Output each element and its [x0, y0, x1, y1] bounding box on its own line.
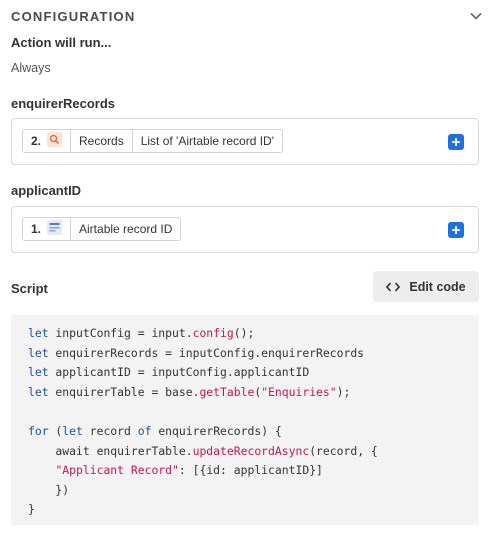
- add-applicant-button[interactable]: [448, 222, 464, 238]
- chevron-down-icon[interactable]: [469, 9, 483, 23]
- plus-icon: [452, 138, 460, 146]
- enquirer-records-label: enquirerRecords: [11, 96, 116, 111]
- enquirer-records-field[interactable]: 2. Records List of 'Airtable record ID': [11, 118, 479, 165]
- section-title: CONFIGURATION: [11, 8, 136, 24]
- step-number: 1.: [31, 222, 42, 236]
- applicant-id-field[interactable]: 1. Airtable record ID: [11, 206, 479, 253]
- token-type: List of 'Airtable record ID': [140, 134, 275, 148]
- form-step-icon: [47, 220, 63, 238]
- applicant-token[interactable]: 1. Airtable record ID: [22, 217, 182, 241]
- code-line-10: }: [28, 502, 35, 517]
- code-line-3: let applicantID = inputConfig.applicantI…: [28, 365, 310, 380]
- configuration-header[interactable]: CONFIGURATION: [11, 6, 483, 26]
- code-line-4: let enquirerTable = base.getTable("Enqui…: [28, 384, 351, 399]
- enquirer-token[interactable]: 2. Records List of 'Airtable record ID': [22, 129, 284, 153]
- plus-icon: [452, 226, 460, 234]
- code-line-6: for (let record of enquirerRecords) {: [28, 423, 282, 438]
- action-label: Action will run...: [11, 35, 112, 50]
- token-record-id: Airtable record ID: [79, 222, 173, 236]
- token-step: 2.: [23, 130, 72, 152]
- action-value: Always: [11, 61, 51, 75]
- edit-code-label: Edit code: [409, 279, 466, 294]
- step-number: 2.: [31, 134, 42, 148]
- token-step: 1.: [23, 218, 72, 240]
- add-enquirer-button[interactable]: [448, 134, 464, 150]
- code-brackets-icon: [386, 281, 401, 292]
- edit-code-button[interactable]: Edit code: [373, 271, 479, 302]
- token-records: Records: [71, 130, 133, 152]
- script-code-block[interactable]: let inputConfig = input.config(); let enq…: [11, 315, 479, 525]
- search-step-icon: [47, 132, 63, 150]
- code-line-1: let inputConfig = input.config();: [28, 326, 255, 340]
- code-line-9: }): [28, 482, 70, 497]
- code-line-7: await enquirerTable.updateRecordAsync(re…: [28, 443, 378, 458]
- script-label: Script: [11, 281, 48, 296]
- applicant-id-label: applicantID: [11, 183, 82, 198]
- code-line-2: let enquirerRecords = inputConfig.enquir…: [28, 345, 365, 360]
- code-line-8: "Applicant Record": [{id: applicantID}]: [55, 463, 323, 478]
